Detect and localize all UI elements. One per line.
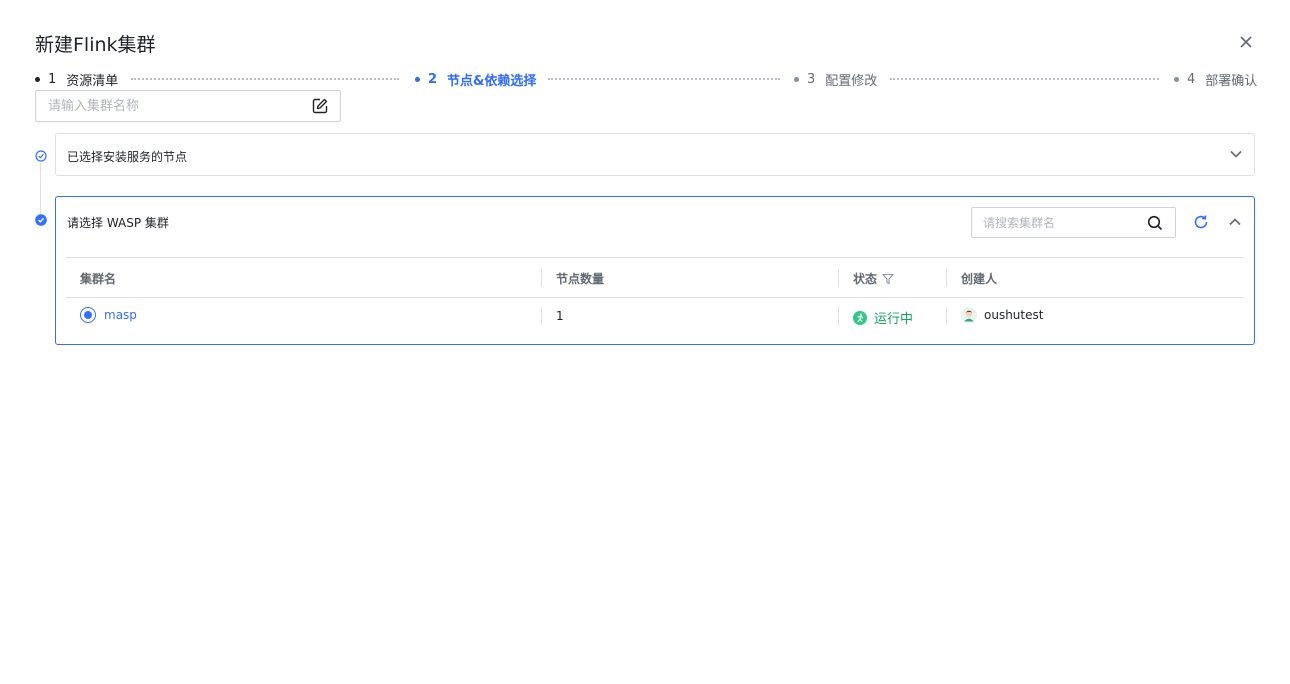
step-label: 部署确认 bbox=[1205, 73, 1258, 89]
search-icon[interactable] bbox=[1147, 215, 1163, 231]
step-label: 资源清单 bbox=[66, 73, 119, 89]
step-4[interactable]: 4 部署确认 bbox=[1174, 70, 1258, 89]
column-header-name: 集群名 bbox=[80, 272, 117, 286]
running-icon bbox=[853, 310, 867, 325]
column-divider bbox=[541, 307, 542, 325]
step-label: 配置修改 bbox=[825, 73, 878, 89]
creator-name: oushutest bbox=[984, 308, 1044, 322]
step-dot bbox=[415, 76, 420, 82]
avatar bbox=[961, 307, 977, 323]
column-divider bbox=[838, 269, 839, 287]
column-header-status: 状态 bbox=[853, 270, 894, 287]
step-connector bbox=[890, 78, 1159, 80]
column-header-status-label: 状态 bbox=[853, 272, 878, 286]
step-3[interactable]: 3 配置修改 bbox=[794, 70, 878, 89]
step-number: 2 bbox=[428, 71, 438, 87]
step-dot bbox=[35, 76, 40, 82]
wasp-cluster-panel: 请选择 WASP 集群 集群名 节点数量 状态 创建人 bbox=[55, 196, 1255, 345]
steps-bar: 1 资源清单 2 节点&依赖选择 3 配置修改 4 部署确认 bbox=[35, 70, 1258, 89]
step-2[interactable]: 2 节点&依赖选择 bbox=[415, 70, 537, 89]
check-circle-filled-icon bbox=[35, 214, 47, 226]
column-header-creator: 创建人 bbox=[961, 272, 998, 286]
step-number: 1 bbox=[48, 71, 57, 87]
timeline-connector bbox=[40, 163, 41, 215]
cluster-search-field bbox=[971, 207, 1176, 238]
cluster-search-input[interactable] bbox=[972, 208, 1147, 237]
close-icon[interactable] bbox=[1236, 32, 1256, 52]
column-divider bbox=[946, 307, 947, 325]
cluster-table: 集群名 节点数量 状态 创建人 masp 1 运行中 oushutest bbox=[66, 257, 1244, 335]
panel-title: 已选择安装服务的节点 bbox=[67, 150, 188, 164]
cell-cluster-name[interactable]: masp bbox=[80, 307, 137, 323]
step-1[interactable]: 1 资源清单 bbox=[35, 70, 119, 89]
step-connector bbox=[548, 78, 780, 80]
cluster-name-field bbox=[35, 90, 341, 122]
step-label: 节点&依赖选择 bbox=[447, 73, 537, 89]
column-divider bbox=[838, 307, 839, 325]
status-text: 运行中 bbox=[874, 312, 914, 327]
cluster-name-input[interactable] bbox=[36, 91, 311, 121]
refresh-icon[interactable] bbox=[1193, 214, 1209, 230]
dialog-title: 新建Flink集群 bbox=[35, 34, 156, 56]
column-divider bbox=[946, 269, 947, 287]
column-header-node-count: 节点数量 bbox=[556, 272, 605, 286]
step-dot bbox=[1174, 76, 1179, 82]
step-dot bbox=[794, 76, 799, 82]
step-number: 4 bbox=[1187, 71, 1196, 87]
cell-status: 运行中 bbox=[853, 308, 913, 327]
cell-creator: oushutest bbox=[961, 307, 1043, 323]
cell-node-count: 1 bbox=[556, 309, 564, 323]
step-connector bbox=[131, 78, 399, 80]
step-number: 3 bbox=[807, 71, 816, 87]
row-radio[interactable] bbox=[80, 307, 96, 323]
table-header: 集群名 节点数量 状态 创建人 bbox=[66, 257, 1244, 298]
chevron-down-icon[interactable] bbox=[1228, 146, 1244, 162]
cluster-name-link[interactable]: masp bbox=[104, 308, 137, 322]
table-row[interactable]: masp 1 运行中 oushutest bbox=[66, 298, 1244, 335]
column-divider bbox=[541, 269, 542, 287]
chevron-up-icon[interactable] bbox=[1227, 214, 1243, 230]
edit-icon[interactable] bbox=[311, 97, 329, 115]
selected-nodes-panel[interactable]: 已选择安装服务的节点 bbox=[55, 133, 1255, 176]
check-circle-outline-icon bbox=[35, 150, 47, 162]
filter-icon[interactable] bbox=[882, 273, 894, 285]
panel-title: 请选择 WASP 集群 bbox=[67, 216, 169, 230]
radio-dot bbox=[84, 311, 92, 319]
